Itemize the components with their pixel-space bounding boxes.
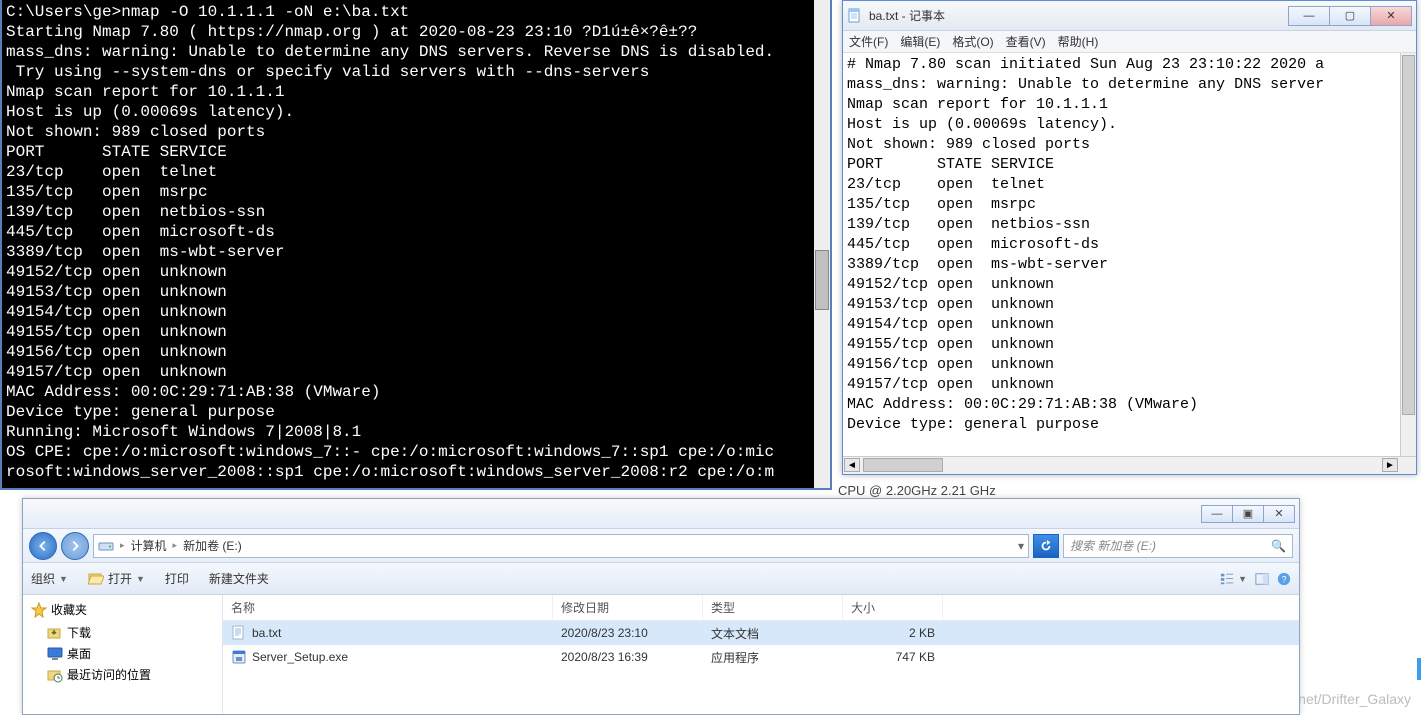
explorer-navbar: ▸ 计算机 ▸ 新加卷 (E:) ▾ 搜索 新加卷 (E:) 🔍: [23, 529, 1299, 563]
file-type: 文本文档: [703, 625, 843, 642]
nav-forward-button[interactable]: [61, 532, 89, 560]
sidebar-item-desktop[interactable]: 桌面: [31, 643, 214, 664]
chevron-down-icon: ▼: [59, 574, 68, 584]
col-name[interactable]: 名称: [223, 595, 553, 620]
scroll-right-arrow[interactable]: ►: [1382, 458, 1398, 472]
tool-open[interactable]: 打开 ▼: [88, 570, 145, 587]
file-size: 747 KB: [843, 650, 943, 664]
breadcrumb-computer[interactable]: 计算机: [131, 537, 167, 554]
sidebar-item-downloads[interactable]: 下载: [31, 622, 214, 643]
col-size[interactable]: 大小: [843, 595, 943, 620]
sidebar-favorites[interactable]: 收藏夹: [31, 601, 214, 618]
desktop-icon: [47, 646, 63, 662]
search-placeholder: 搜索 新加卷 (E:): [1070, 537, 1156, 554]
search-box[interactable]: 搜索 新加卷 (E:) 🔍: [1063, 534, 1293, 558]
file-name: ba.txt: [252, 626, 281, 640]
menu-help[interactable]: 帮助(H): [1058, 33, 1099, 50]
preview-pane-button[interactable]: [1255, 572, 1269, 586]
notepad-titlebar[interactable]: ba.txt - 记事本 — ▢ ✕: [843, 1, 1416, 31]
file-type: 应用程序: [703, 649, 843, 666]
explorer-window: — ▣ ✕ ▸ 计算机 ▸ 新加卷 (E:) ▾ 搜索 新加卷 (E:) 🔍: [22, 498, 1300, 715]
explorer-file-list: 名称 修改日期 类型 大小 ba.txt 2020/8/23 23:10文本文档2…: [223, 595, 1299, 714]
star-icon: [31, 602, 47, 618]
minimize-button[interactable]: —: [1288, 6, 1330, 26]
file-row[interactable]: ba.txt 2020/8/23 23:10文本文档2 KB: [223, 621, 1299, 645]
background-cpu-label: CPU @ 2.20GHz 2.21 GHz: [838, 483, 996, 498]
file-name: Server_Setup.exe: [252, 650, 348, 664]
close-button[interactable]: ✕: [1370, 6, 1412, 26]
sidebar-item-recent[interactable]: 最近访问的位置: [31, 664, 214, 685]
cmd-window: C:\Users\ge>nmap -O 10.1.1.1 -oN e:\ba.t…: [0, 0, 832, 490]
drive-icon: [98, 538, 114, 554]
notepad-h-scrollbar[interactable]: ◄ ►: [843, 456, 1416, 474]
search-icon: 🔍: [1271, 539, 1286, 553]
notepad-title: ba.txt - 记事本: [869, 7, 1289, 24]
column-headers: 名称 修改日期 类型 大小: [223, 595, 1299, 621]
file-date: 2020/8/23 23:10: [553, 626, 703, 640]
notepad-h-scroll-thumb[interactable]: [863, 458, 943, 472]
notepad-icon: [847, 8, 863, 24]
file-icon: [231, 625, 247, 641]
recent-icon: [47, 667, 63, 683]
close-button[interactable]: ✕: [1263, 505, 1295, 523]
notepad-window: ba.txt - 记事本 — ▢ ✕ 文件(F) 编辑(E) 格式(O) 查看(…: [842, 0, 1417, 475]
chevron-down-icon: ▼: [136, 574, 145, 584]
refresh-button[interactable]: [1033, 534, 1059, 558]
chevron-right-icon: ▸: [173, 540, 178, 551]
menu-format[interactable]: 格式(O): [952, 33, 993, 50]
col-type[interactable]: 类型: [703, 595, 843, 620]
notepad-v-scrollbar[interactable]: [1400, 53, 1416, 456]
open-icon: [88, 571, 104, 587]
notepad-v-scroll-thumb[interactable]: [1402, 55, 1415, 415]
notepad-menubar: 文件(F) 编辑(E) 格式(O) 查看(V) 帮助(H): [843, 31, 1416, 53]
download-icon: [47, 625, 63, 641]
file-icon: [231, 649, 247, 665]
cmd-scrollbar[interactable]: [814, 0, 830, 488]
breadcrumb-drive[interactable]: 新加卷 (E:): [183, 537, 242, 554]
notepad-text-area[interactable]: # Nmap 7.80 scan initiated Sun Aug 23 23…: [843, 53, 1416, 456]
menu-edit[interactable]: 编辑(E): [900, 33, 940, 50]
view-options-button[interactable]: ▼: [1220, 572, 1247, 586]
explorer-toolbar: 组织 ▼ 打开 ▼ 打印 新建文件夹 ▼ ?: [23, 563, 1299, 595]
scroll-left-arrow[interactable]: ◄: [844, 458, 860, 472]
tool-organize[interactable]: 组织 ▼: [31, 570, 68, 587]
explorer-sidebar: 收藏夹 下载 桌面 最近访问的位置: [23, 595, 223, 714]
address-dropdown-icon[interactable]: ▾: [1018, 539, 1024, 553]
cmd-scrollbar-thumb[interactable]: [815, 250, 829, 310]
help-button[interactable]: ?: [1277, 572, 1291, 586]
menu-view[interactable]: 查看(V): [1006, 33, 1046, 50]
maximize-button[interactable]: ▣: [1232, 505, 1264, 523]
cmd-output[interactable]: C:\Users\ge>nmap -O 10.1.1.1 -oN e:\ba.t…: [2, 0, 830, 488]
chevron-down-icon: ▼: [1238, 574, 1247, 584]
svg-text:?: ?: [1282, 574, 1287, 584]
file-date: 2020/8/23 16:39: [553, 650, 703, 664]
col-date[interactable]: 修改日期: [553, 595, 703, 620]
tool-new-folder[interactable]: 新建文件夹: [209, 570, 269, 587]
menu-file[interactable]: 文件(F): [849, 33, 888, 50]
chevron-right-icon: ▸: [120, 540, 125, 551]
address-bar[interactable]: ▸ 计算机 ▸ 新加卷 (E:) ▾: [93, 534, 1029, 558]
file-row[interactable]: Server_Setup.exe 2020/8/23 16:39应用程序747 K…: [223, 645, 1299, 669]
file-size: 2 KB: [843, 626, 943, 640]
explorer-titlebar[interactable]: — ▣ ✕: [23, 499, 1299, 529]
nav-back-button[interactable]: [29, 532, 57, 560]
background-accent: [1301, 658, 1421, 680]
tool-print[interactable]: 打印: [165, 570, 189, 587]
maximize-button[interactable]: ▢: [1329, 6, 1371, 26]
minimize-button[interactable]: —: [1201, 505, 1233, 523]
